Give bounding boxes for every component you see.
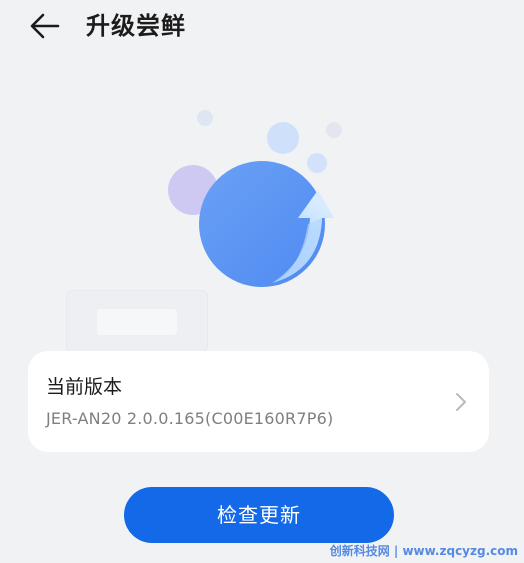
header-bar: 升级尝鲜 [0,0,524,56]
background-card-inner [97,309,177,335]
version-value: JER-AN20 2.0.0.165(C00E160R7P6) [46,409,334,428]
watermark: 创新科技网 | www.zqcyzg.com [329,544,518,558]
arrow-left-icon [30,13,60,39]
upgrade-illustration [150,100,370,300]
upgrade-circle-arrow-icon [168,110,342,287]
back-button[interactable] [24,8,68,44]
version-title: 当前版本 [46,376,123,398]
check-update-button[interactable]: 检查更新 [124,487,394,543]
background-card [66,290,208,352]
current-version-card[interactable]: 当前版本 JER-AN20 2.0.0.165(C00E160R7P6) [28,351,489,452]
page-title: 升级尝鲜 [86,12,186,40]
chevron-right-icon [456,393,466,411]
